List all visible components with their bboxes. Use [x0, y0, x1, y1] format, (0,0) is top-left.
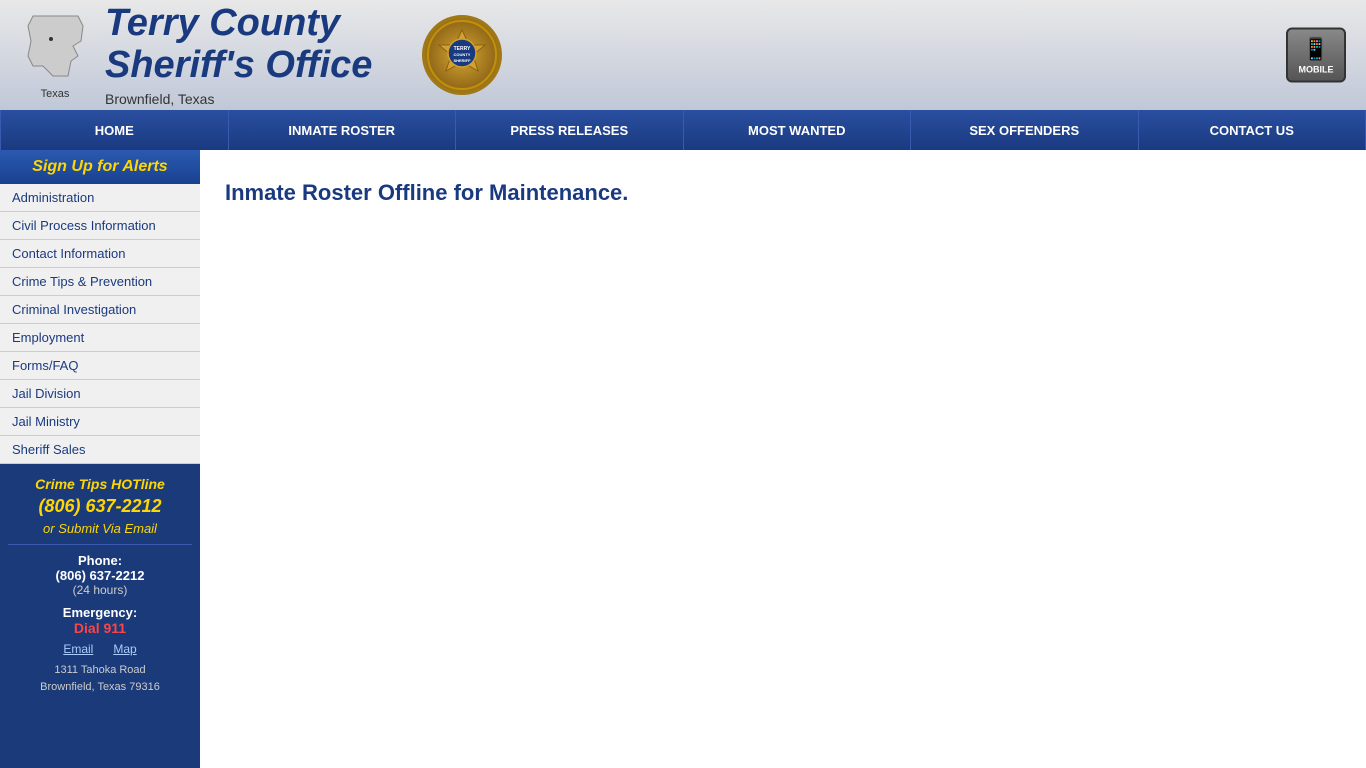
address-line2: Brownfield, Texas 79316	[8, 679, 192, 696]
sidebar-item-criminal-investigation[interactable]: Criminal Investigation	[0, 296, 200, 324]
nav-contact-us[interactable]: CONTACT US	[1139, 110, 1366, 150]
crime-tips-title: Crime Tips HOTline	[8, 476, 192, 492]
site-title: Terry County Sheriff's Office Brownfield…	[105, 3, 372, 107]
signup-alerts-label: Sign Up for Alerts	[32, 158, 167, 175]
nav-sex-offenders[interactable]: SEX OFFENDERS	[911, 110, 1139, 150]
sidebar: Sign Up for Alerts Administration Civil …	[0, 150, 200, 768]
svg-text:COUNTY: COUNTY	[454, 52, 471, 57]
svg-text:SHERIFF: SHERIFF	[454, 58, 472, 63]
main-content: Inmate Roster Offline for Maintenance.	[200, 150, 1366, 768]
sidebar-info: Crime Tips HOTline (806) 637-2212 or Sub…	[0, 464, 200, 707]
nav-inmate-roster[interactable]: INMATE ROSTER	[229, 110, 457, 150]
address-line1: 1311 Tahoka Road	[8, 662, 192, 679]
subtitle: Brownfield, Texas	[105, 91, 372, 107]
phone-hours: (24 hours)	[8, 583, 192, 597]
sidebar-item-civil-process[interactable]: Civil Process Information	[0, 212, 200, 240]
nav-most-wanted[interactable]: MOST WANTED	[684, 110, 912, 150]
sidebar-item-crime-tips[interactable]: Crime Tips & Prevention	[0, 268, 200, 296]
main-navbar: HOME INMATE ROSTER PRESS RELEASES MOST W…	[0, 110, 1366, 150]
sidebar-item-contact-info[interactable]: Contact Information	[0, 240, 200, 268]
mobile-button[interactable]: 📱 MOBILE	[1286, 28, 1346, 83]
nav-home[interactable]: HOME	[0, 110, 229, 150]
phone-label: Phone:	[8, 553, 192, 568]
sidebar-item-jail-ministry[interactable]: Jail Ministry	[0, 408, 200, 436]
sidebar-item-employment[interactable]: Employment	[0, 324, 200, 352]
nav-press-releases[interactable]: PRESS RELEASES	[456, 110, 684, 150]
map-link[interactable]: Map	[113, 642, 136, 656]
title-line2: Sheriff's Office	[105, 45, 372, 87]
mobile-icon: 📱	[1302, 36, 1329, 62]
contact-links: Email Map	[8, 642, 192, 656]
mobile-label: MOBILE	[1299, 64, 1334, 74]
dial-911: Dial 911	[8, 620, 192, 636]
sidebar-header[interactable]: Sign Up for Alerts	[0, 150, 200, 184]
title-line1: Terry County	[105, 3, 372, 45]
sidebar-item-forms-faq[interactable]: Forms/FAQ	[0, 352, 200, 380]
email-link[interactable]: Email	[63, 642, 93, 656]
crime-tips-phone[interactable]: (806) 637-2212	[8, 496, 192, 517]
emergency-label: Emergency:	[8, 605, 192, 620]
crime-tips-email-link[interactable]: or Submit Via Email	[8, 521, 192, 536]
state-label: Texas	[23, 88, 88, 100]
badge-area: TERRY COUNTY SHERIFF	[422, 15, 502, 95]
sheriff-badge: TERRY COUNTY SHERIFF	[422, 15, 502, 95]
site-header: Texas Terry County Sheriff's Office Brow…	[0, 0, 1366, 110]
sidebar-item-sheriff-sales[interactable]: Sheriff Sales	[0, 436, 200, 464]
header-branding: Texas Terry County Sheriff's Office Brow…	[20, 3, 502, 107]
main-layout: Sign Up for Alerts Administration Civil …	[0, 150, 1366, 768]
phone-number: (806) 637-2212	[8, 568, 192, 583]
texas-map: Texas	[20, 18, 90, 93]
sidebar-item-jail-division[interactable]: Jail Division	[0, 380, 200, 408]
sidebar-item-administration[interactable]: Administration	[0, 184, 200, 212]
sidebar-nav: Administration Civil Process Information…	[0, 184, 200, 464]
maintenance-message: Inmate Roster Offline for Maintenance.	[225, 180, 1341, 206]
